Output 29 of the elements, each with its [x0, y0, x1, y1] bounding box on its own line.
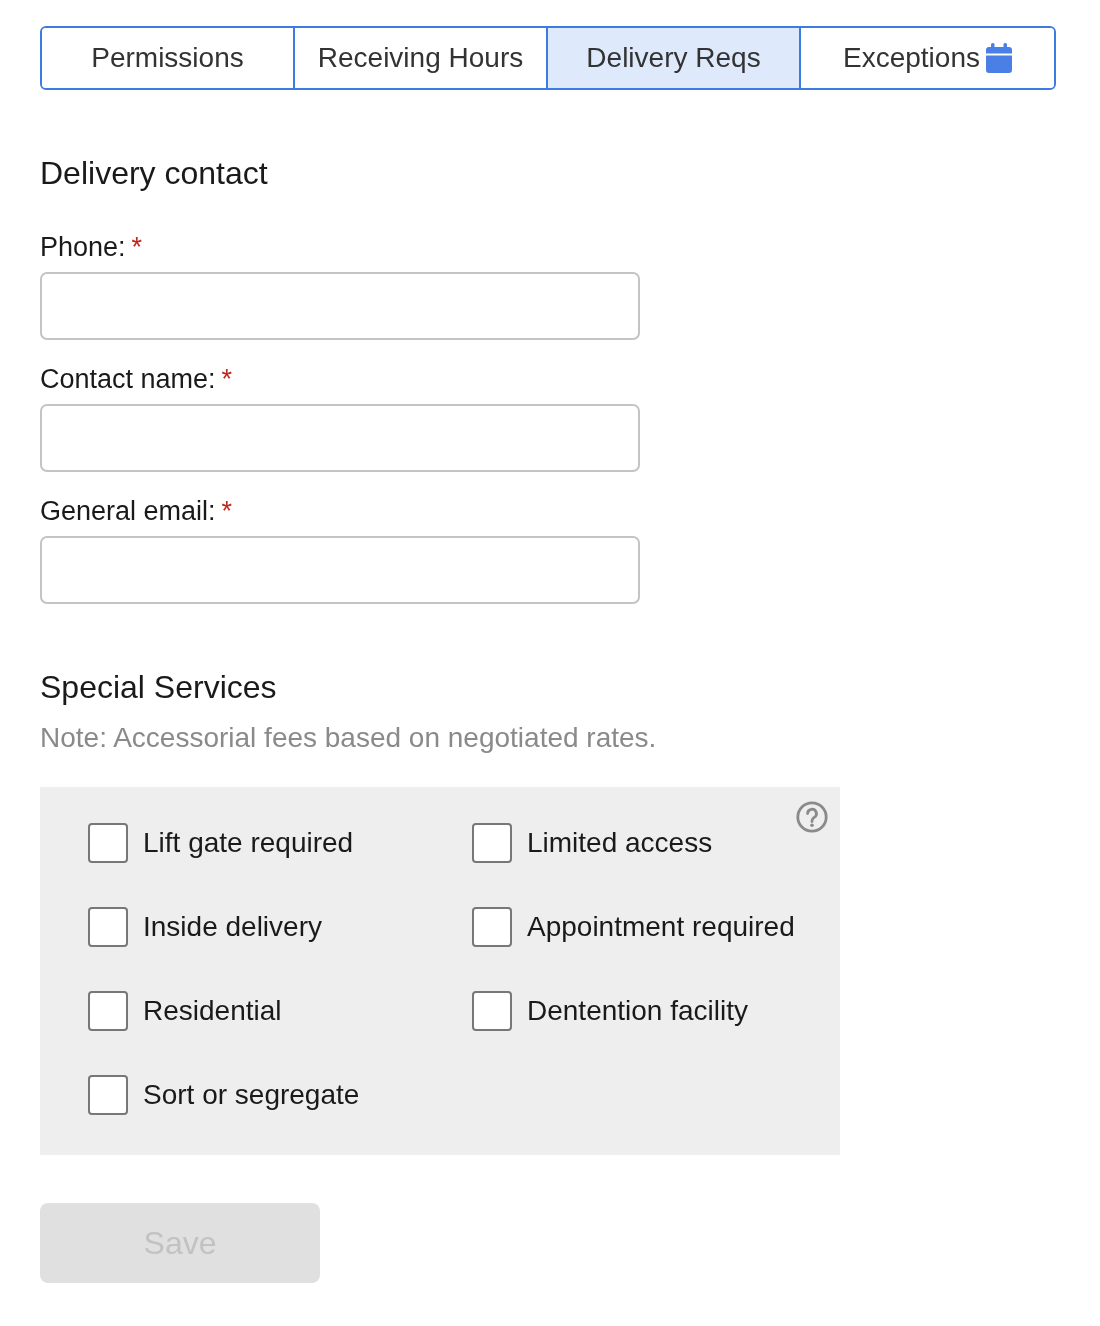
- checkbox[interactable]: [88, 991, 128, 1031]
- checkbox-label: Dentention facility: [527, 995, 748, 1027]
- section-heading: Delivery contact: [40, 155, 268, 191]
- tab[interactable]: Permissions: [42, 28, 295, 88]
- checkbox-label: Inside delivery: [143, 911, 322, 943]
- checkbox[interactable]: [88, 1075, 128, 1115]
- tab[interactable]: Delivery Reqs: [548, 28, 801, 88]
- section-heading: Special Services: [40, 669, 277, 705]
- checkbox[interactable]: [472, 907, 512, 947]
- text-input-field[interactable]: [40, 272, 640, 340]
- field-label: Contact name:: [40, 364, 216, 394]
- checkbox[interactable]: [88, 823, 128, 863]
- checkbox-label: Limited access: [527, 827, 713, 859]
- checkbox-label: Lift gate required: [143, 827, 354, 859]
- help-icon[interactable]: [796, 801, 828, 833]
- required-asterisk: *: [221, 496, 233, 526]
- checkbox[interactable]: [472, 991, 512, 1031]
- note-text: Note: Accessorial fees based on negotiated rates.: [40, 723, 657, 753]
- checkbox-label: Residential: [143, 995, 282, 1027]
- field-label: General email:: [40, 496, 216, 526]
- text-input-field[interactable]: [40, 536, 640, 604]
- checkbox-label: Appointment required: [527, 911, 795, 943]
- checkbox-label: Sort or segregate: [143, 1079, 360, 1111]
- required-asterisk: *: [221, 364, 233, 394]
- text-input-field[interactable]: [40, 404, 640, 472]
- required-asterisk: *: [131, 232, 143, 262]
- checkbox[interactable]: [88, 907, 128, 947]
- field-label: Phone:: [40, 232, 126, 262]
- checkbox[interactable]: [472, 823, 512, 863]
